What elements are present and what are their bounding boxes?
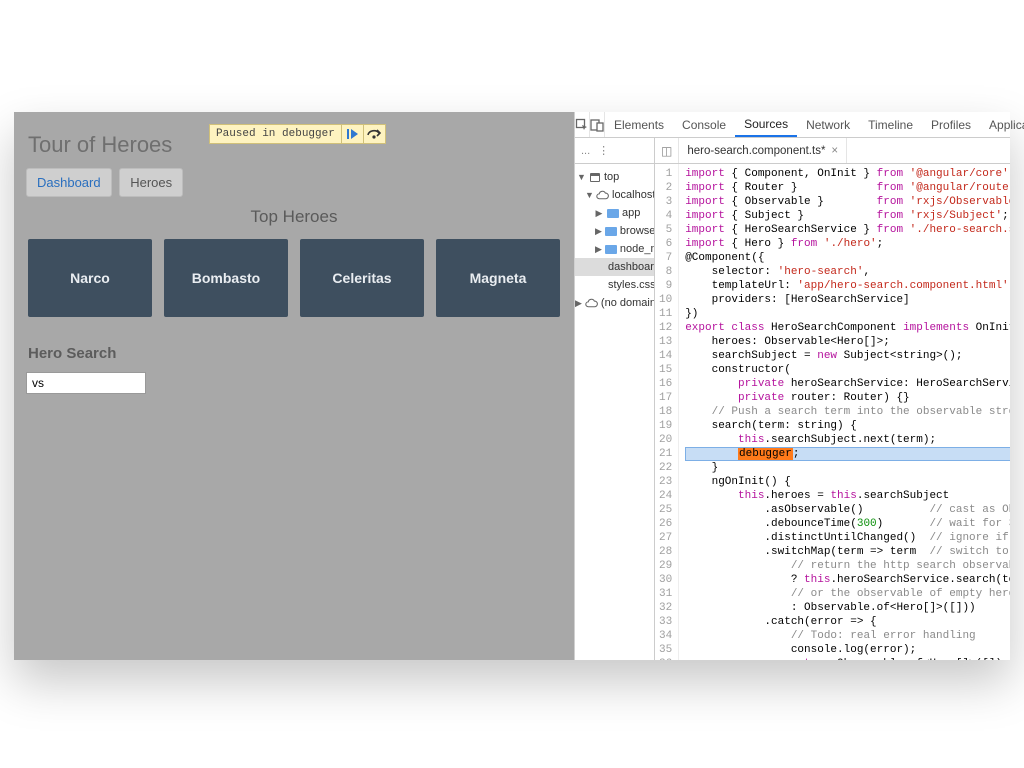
nav-heroes-button[interactable]: Heroes bbox=[119, 168, 183, 197]
tree-folder-browser-sync[interactable]: ▶browser-sync bbox=[575, 222, 654, 240]
tree-folder-node-modules[interactable]: ▶node_modules bbox=[575, 240, 654, 258]
file-open-icon[interactable]: ◫ bbox=[661, 144, 672, 158]
hero-card[interactable]: Magneta bbox=[436, 239, 560, 317]
section-title: Top Heroes bbox=[26, 207, 562, 227]
debugger-step-over-button[interactable] bbox=[363, 125, 385, 143]
tree-root[interactable]: ▼top bbox=[575, 168, 654, 186]
device-toolbar-icon[interactable] bbox=[590, 112, 605, 137]
app-pane: Paused in debugger Tour of Heroes Dashbo… bbox=[14, 112, 574, 660]
tab-console[interactable]: Console bbox=[673, 112, 735, 137]
close-file-icon[interactable]: × bbox=[831, 145, 838, 157]
nav-dashboard-button[interactable]: Dashboard bbox=[26, 168, 112, 197]
sources-nav-more-icon[interactable]: ⋮ bbox=[598, 144, 609, 157]
inspect-element-icon[interactable] bbox=[575, 112, 590, 137]
tab-profiles[interactable]: Profiles bbox=[922, 112, 980, 137]
pause-badge-text: Paused in debugger bbox=[210, 125, 341, 143]
line-gutter: 1234567891011121314151617181920212223242… bbox=[655, 164, 679, 660]
hero-search-label: Hero Search bbox=[28, 345, 562, 362]
tab-timeline[interactable]: Timeline bbox=[859, 112, 922, 137]
sources-nav-label: ... bbox=[581, 145, 590, 157]
tab-elements[interactable]: Elements bbox=[605, 112, 673, 137]
hero-card[interactable]: Bombasto bbox=[164, 239, 288, 317]
code-area[interactable]: import { Component, OnInit } from '@angu… bbox=[679, 164, 1010, 660]
nav-buttons: Dashboard Heroes bbox=[26, 168, 562, 197]
hero-card[interactable]: Narco bbox=[28, 239, 152, 317]
sources-toolbar: ... ⋮ ◫ hero-search.component.ts* × bbox=[575, 138, 1010, 164]
tab-sources[interactable]: Sources bbox=[735, 112, 797, 137]
tree-domain[interactable]: ▼localhost:3000 bbox=[575, 186, 654, 204]
paused-in-debugger-badge: Paused in debugger bbox=[209, 124, 386, 144]
tree-file-dashboard[interactable]: dashboard bbox=[575, 258, 654, 276]
tab-network[interactable]: Network bbox=[797, 112, 859, 137]
hero-grid: Narco Bombasto Celeritas Magneta bbox=[26, 239, 562, 317]
hero-search-input[interactable] bbox=[26, 372, 146, 394]
hero-card[interactable]: Celeritas bbox=[300, 239, 424, 317]
tree-folder-app[interactable]: ▶app bbox=[575, 204, 654, 222]
file-tree: ▼top ▼localhost:3000 ▶app ▶browser-sync … bbox=[575, 164, 655, 660]
debugger-resume-button[interactable] bbox=[341, 125, 363, 143]
tree-no-domain[interactable]: ▶(no domain) bbox=[575, 294, 654, 312]
tab-application[interactable]: Application bbox=[980, 112, 1024, 137]
open-file-name: hero-search.component.ts* bbox=[687, 145, 825, 157]
devtools-tabs: Elements Console Sources Network Timelin… bbox=[575, 112, 1010, 138]
code-editor[interactable]: 1234567891011121314151617181920212223242… bbox=[655, 164, 1010, 660]
devtools-pane: Elements Console Sources Network Timelin… bbox=[574, 112, 1010, 660]
open-file-tab[interactable]: hero-search.component.ts* × bbox=[679, 138, 847, 163]
tree-file-styles[interactable]: styles.css bbox=[575, 276, 654, 294]
